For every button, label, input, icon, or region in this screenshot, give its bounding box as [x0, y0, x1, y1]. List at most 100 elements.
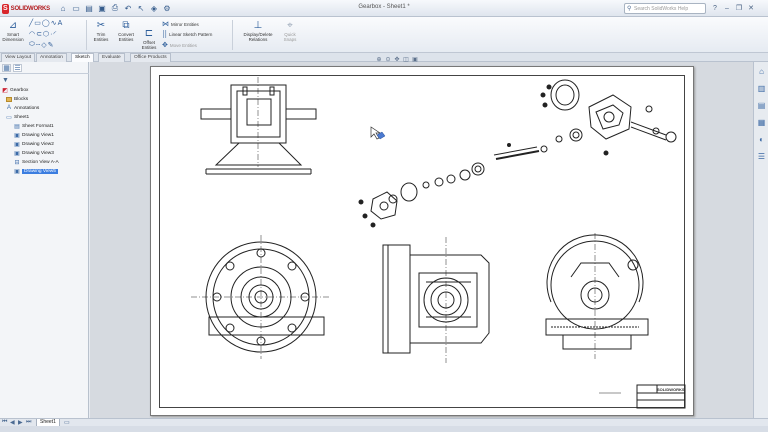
solidworks-resources-icon[interactable]: ⌂	[756, 66, 767, 77]
ellipse-icon[interactable]: ⬭	[29, 41, 35, 49]
tree-item-section-view[interactable]: ⊟ Section View A-A	[14, 158, 58, 166]
mirror-icon: ⋈	[162, 21, 169, 28]
appearances-icon[interactable]: ◐	[756, 134, 767, 145]
mirror-label: Mirror Entities	[171, 21, 199, 27]
tree-item-blocks[interactable]: Blocks	[6, 95, 28, 103]
tree-label: Blocks	[14, 96, 29, 102]
tree-label: Drawing View1	[22, 132, 54, 138]
spline-icon[interactable]: ∿	[51, 19, 57, 27]
design-library-icon[interactable]: ▥	[756, 83, 767, 94]
exploded-isometric-view[interactable]	[358, 79, 677, 228]
ribbon-separator	[232, 20, 233, 50]
front-view[interactable]	[191, 235, 331, 359]
quick-snaps-label: Quick Snaps	[283, 32, 297, 42]
smart-dimension-button[interactable]: ⊿ Smart Dimension	[2, 19, 24, 42]
first-sheet-icon[interactable]: ⏮	[2, 419, 7, 426]
help-icon[interactable]: ?	[710, 3, 720, 13]
text-icon[interactable]: A	[58, 20, 63, 27]
tree-item-drawing-view2[interactable]: ▣ Drawing View2	[14, 140, 54, 148]
zoom-to-fit-icon[interactable]: ⊕	[376, 56, 382, 63]
offset-label: Offset Entities	[141, 40, 157, 50]
tree-item-sheet1[interactable]: ▭ Sheet1	[6, 113, 29, 121]
ribbon-separator	[86, 20, 87, 50]
zoom-area-icon[interactable]: ⊙	[385, 56, 391, 63]
pen-icon[interactable]: ✎	[48, 41, 54, 49]
tree-item-drawing-view1[interactable]: ▣ Drawing View1	[14, 131, 54, 139]
last-sheet-icon[interactable]: ⏭	[26, 419, 31, 426]
drawing-view-icon: ▣	[14, 168, 20, 175]
sheet-format-icon: ▤	[14, 123, 20, 130]
corner-rectangle-icon[interactable]: ▭	[34, 19, 41, 27]
top-view[interactable]	[200, 77, 317, 175]
drawing-sheet[interactable]: SOLIDWORKS	[150, 66, 694, 416]
search-help-input[interactable]: ⚲ Search SolidWorks Help	[624, 3, 706, 14]
sketch-fillet-icon[interactable]: ◜	[53, 30, 56, 38]
quick-snaps-icon: ⌖	[287, 19, 293, 31]
relations-label: Display/Delete Relations	[243, 32, 273, 42]
smart-dimension-icon: ⊿	[8, 19, 18, 31]
tree-item-drawing-view5[interactable]: ▣ Drawing View5	[14, 167, 58, 175]
restore-icon[interactable]: ❐	[734, 3, 744, 13]
convert-label: Convert Entities	[118, 32, 134, 42]
arc-icon[interactable]: ◠	[29, 30, 35, 38]
tree-item-root[interactable]: ◩ Gearbox	[2, 86, 28, 94]
move-icon: ✥	[162, 42, 168, 49]
title-bar: S SOLIDWORKS ⌂ ▭ ▤ ▣ ⎙ ↶ ↖ ◈ ⚙ Gearbox -…	[0, 0, 768, 17]
sketch-tools-row3: ⬭ ┄ ◇ ✎	[29, 41, 53, 49]
close-icon[interactable]: ✕	[746, 3, 756, 13]
file-explorer-icon[interactable]: ▤	[756, 100, 767, 111]
circle-icon[interactable]: ◯	[42, 19, 50, 27]
tab-office-products[interactable]: Office Products	[130, 53, 171, 62]
drawing-view-icon: ▣	[14, 141, 20, 148]
task-pane: ⌂ ▥ ▤ ▦ ◐ ☰	[753, 62, 768, 418]
annotations-icon: A	[6, 105, 11, 111]
view-palette-icon[interactable]: ▦	[756, 117, 767, 128]
tab-view-layout[interactable]: View Layout	[1, 53, 36, 62]
side-view[interactable]	[545, 233, 649, 359]
centerline-icon[interactable]: ┄	[36, 41, 40, 49]
mirror-entities-button[interactable]: ⋈ Mirror Entities	[162, 20, 199, 28]
slot-icon[interactable]: ⊂	[36, 30, 42, 38]
window-controls: ? – ❐ ✕	[710, 3, 756, 13]
polygon-icon[interactable]: ⬡	[43, 30, 49, 38]
point-icon[interactable]: ·	[50, 31, 52, 38]
add-sheet-icon[interactable]: ▭	[64, 419, 70, 426]
section-view[interactable]	[382, 237, 490, 363]
quick-snaps-button[interactable]: ⌖ Quick Snaps	[280, 19, 300, 42]
minimize-icon[interactable]: –	[722, 3, 732, 13]
linear-pattern-button[interactable]: ⣿ Linear Sketch Pattern	[162, 30, 212, 38]
status-bar	[0, 426, 768, 432]
filter-icon[interactable]: ▼	[2, 77, 9, 84]
drawing-view-icon: ▣	[14, 150, 20, 157]
convert-entities-button[interactable]: ⧉ Convert Entities	[114, 19, 138, 42]
tree-label: Gearbox	[10, 87, 29, 93]
command-manager-ribbon: ⊿ Smart Dimension ╱ ▭ ◯ ∿ A ◠ ⊂ ⬡ · ◜ ⬭ …	[0, 17, 768, 53]
tab-evaluate[interactable]: Evaluate	[98, 53, 125, 62]
drawing-views-svg	[191, 77, 686, 409]
offset-entities-button[interactable]: ⊏ Offset Entities	[138, 27, 160, 50]
pattern-icon: ⣿	[162, 31, 168, 38]
tree-label: Sheet1	[14, 114, 30, 120]
move-entities-button[interactable]: ✥ Move Entities	[162, 41, 197, 49]
offset-icon: ⊏	[144, 27, 154, 39]
pan-icon[interactable]: ✥	[394, 56, 400, 63]
view-orientation-icon[interactable]: ◫	[403, 56, 409, 63]
line-icon[interactable]: ╱	[29, 19, 33, 27]
panel-tabs: ▦ ☰	[0, 62, 89, 74]
feature-manager-tab-icon[interactable]: ▦	[2, 64, 11, 72]
tab-sketch[interactable]: Sketch	[71, 53, 94, 62]
folder-icon	[6, 96, 12, 102]
tree-item-drawing-view3[interactable]: ▣ Drawing View3	[14, 149, 54, 157]
previous-sheet-icon[interactable]: ◀	[10, 419, 15, 426]
tree-item-sheet-format[interactable]: ▤ Sheet Format1	[14, 122, 54, 130]
display-delete-relations-button[interactable]: ⊥ Display/Delete Relations	[240, 19, 276, 42]
drawing-view-icon: ▣	[14, 132, 20, 139]
tree-item-annotations[interactable]: A Annotations	[6, 104, 39, 112]
trim-entities-button[interactable]: ✂ Trim Entities	[90, 19, 112, 42]
tab-annotation[interactable]: Annotation	[36, 53, 67, 62]
custom-properties-icon[interactable]: ☰	[756, 151, 767, 162]
property-manager-tab-icon[interactable]: ☰	[13, 64, 22, 72]
display-style-icon[interactable]: ▣	[412, 56, 418, 63]
next-sheet-icon[interactable]: ▶	[18, 419, 23, 426]
plane-icon[interactable]: ◇	[41, 41, 46, 49]
